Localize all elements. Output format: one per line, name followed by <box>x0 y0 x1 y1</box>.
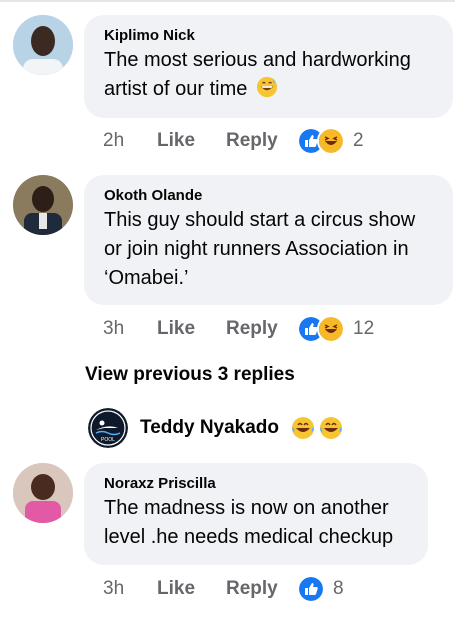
comment-actions: 3h Like Reply 12 <box>103 315 374 343</box>
reply-author[interactable]: Teddy Nyakado <box>140 417 279 439</box>
like-reaction-icon <box>297 575 325 603</box>
avatar-photo <box>13 175 73 235</box>
avatar[interactable] <box>13 15 73 75</box>
comment-line: The madness is now on another <box>104 497 389 519</box>
comment-line: ‘Omabei.’ <box>104 267 189 289</box>
avatar-photo <box>13 15 73 75</box>
comment-actions: 3h Like Reply 8 <box>103 575 344 603</box>
comment-author[interactable]: Noraxz Priscilla <box>104 474 414 494</box>
reply-button[interactable]: Reply <box>226 578 297 600</box>
comment-bubble: Noraxz Priscilla The madness is now on a… <box>84 463 428 565</box>
comment-line: level .he needs medical checkup <box>104 526 394 548</box>
comment-time[interactable]: 2h <box>103 130 157 152</box>
avatar-logo: POOL <box>88 408 128 448</box>
reaction-summary[interactable]: 2 <box>297 127 364 155</box>
comment-time[interactable]: 3h <box>103 578 157 600</box>
comment-author[interactable]: Okoth Olande <box>104 186 439 206</box>
reaction-summary[interactable]: 8 <box>297 575 344 603</box>
comment-bubble: Okoth Olande This guy should start a cir… <box>84 175 453 305</box>
reaction-summary[interactable]: 12 <box>297 315 374 343</box>
comment-line: artist of our time <box>104 78 248 100</box>
reaction-count: 12 <box>353 318 375 339</box>
top-divider <box>0 0 455 2</box>
like-button[interactable]: Like <box>157 130 226 152</box>
like-button[interactable]: Like <box>157 318 226 340</box>
avatar-logo-text: POOL <box>101 437 115 443</box>
comment-line: The most serious and hardworking <box>104 49 411 71</box>
reply-preview[interactable]: POOL Teddy Nyakado <box>88 408 347 448</box>
haha-reaction-icon <box>317 127 345 155</box>
comment-line-with-emoji: artist of our time <box>104 75 439 104</box>
tears-of-joy-emoji <box>320 417 343 439</box>
tears-of-joy-emoji <box>292 417 315 439</box>
comment-line: or join night runners Association in <box>104 238 409 260</box>
comment-bubble: Kiplimo Nick The most serious and hardwo… <box>84 15 453 118</box>
view-previous-replies-link[interactable]: View previous 3 replies <box>85 364 295 386</box>
avatar[interactable] <box>13 175 73 235</box>
reaction-count: 8 <box>333 578 344 599</box>
comment-actions: 2h Like Reply 2 <box>103 127 364 155</box>
avatar[interactable]: POOL <box>88 408 128 448</box>
reply-button[interactable]: Reply <box>226 130 297 152</box>
reply-button[interactable]: Reply <box>226 318 297 340</box>
comment-time[interactable]: 3h <box>103 318 157 340</box>
haha-reaction-icon <box>317 315 345 343</box>
comment-author[interactable]: Kiplimo Nick <box>104 26 439 46</box>
avatar-photo <box>13 463 73 523</box>
grinning-sweat-emoji <box>256 76 278 98</box>
like-button[interactable]: Like <box>157 578 226 600</box>
reply-emojis <box>291 416 347 440</box>
avatar[interactable] <box>13 463 73 523</box>
comment-line: This guy should start a circus show <box>104 209 416 231</box>
reaction-count: 2 <box>353 130 364 151</box>
